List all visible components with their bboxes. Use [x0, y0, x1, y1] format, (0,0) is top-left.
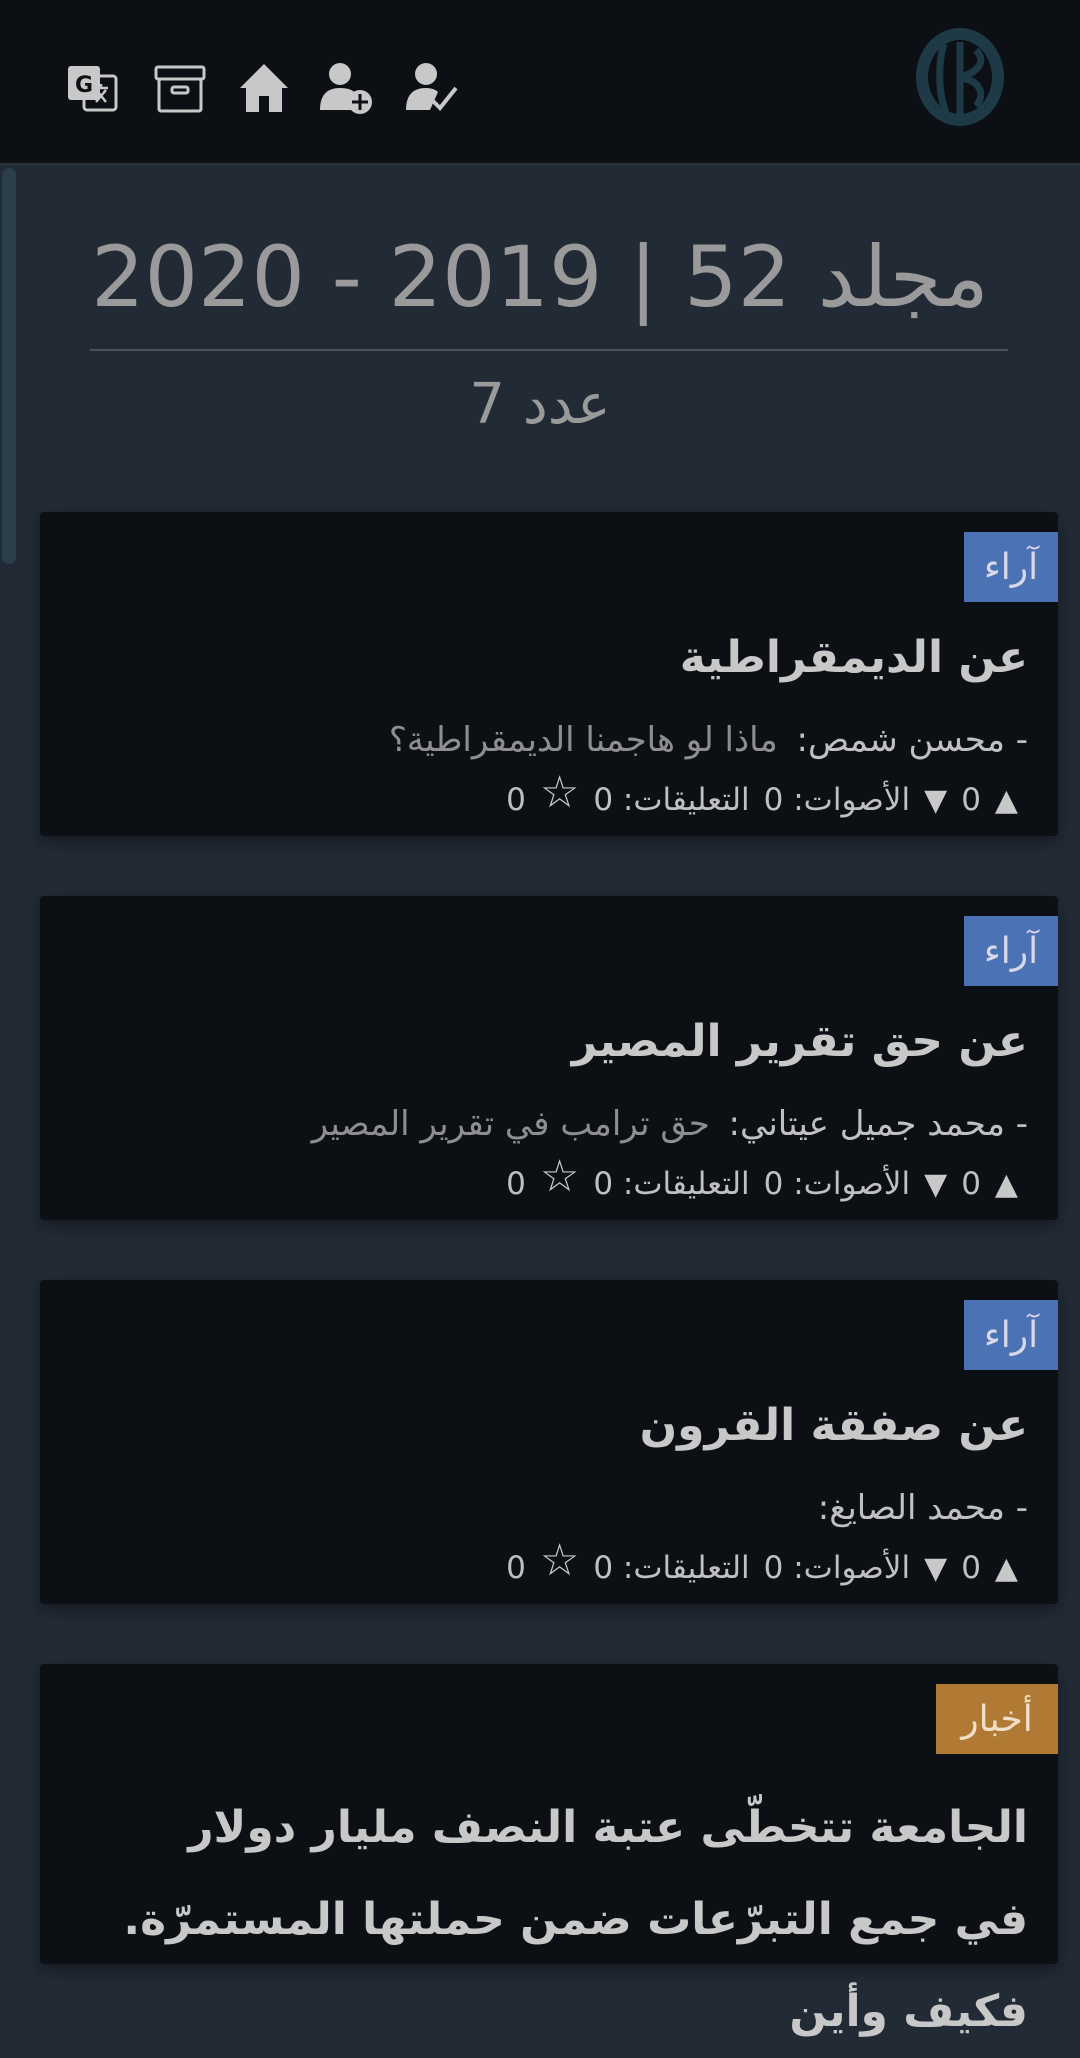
upvote-count: 0 — [961, 1166, 981, 1202]
downvote-icon[interactable]: ▼ — [924, 783, 947, 818]
favorites-count: 0 — [506, 1166, 526, 1202]
star-icon[interactable]: ☆ — [540, 1155, 579, 1199]
upvote-count: 0 — [961, 782, 981, 818]
article-author: - محسن شمص: ماذا لو هاجمنا الديمقراطية؟ — [389, 720, 1028, 760]
favorites-count: 0 — [506, 1550, 526, 1586]
article-meta: ▲ 0 ▼ الأصوات: 0 التعليقات: 0 ☆ 0 — [506, 1539, 1018, 1587]
author-name[interactable]: - محمد جميل عيتاني: — [729, 1104, 1028, 1144]
translate-icon[interactable]: G — [62, 58, 122, 118]
article-card[interactable]: آراء عن الديمقراطية - محسن شمص: ماذا لو … — [40, 512, 1058, 836]
comments-label[interactable]: التعليقات: 0 — [593, 1166, 749, 1202]
upvote-icon[interactable]: ▲ — [995, 783, 1018, 818]
add-user-icon[interactable] — [316, 58, 376, 118]
votes-label: الأصوات: 0 — [763, 1166, 911, 1202]
article-subtitle: حق ترامب في تقرير المصير — [311, 1104, 710, 1144]
issue-number: عدد 7 — [469, 372, 611, 437]
article-meta: ▲ 0 ▼ الأصوات: 0 التعليقات: 0 ☆ 0 — [506, 1155, 1018, 1203]
volume-title: مجلد 52 | 2019 - 2020 — [91, 228, 989, 326]
star-icon[interactable]: ☆ — [540, 1539, 579, 1583]
votes-label: الأصوات: 0 — [763, 782, 911, 818]
article-author: - محمد الصايغ: — [810, 1488, 1028, 1528]
favorites-count: 0 — [506, 782, 526, 818]
svg-text:G: G — [75, 73, 93, 98]
downvote-icon[interactable]: ▼ — [924, 1551, 947, 1586]
downvote-icon[interactable]: ▼ — [924, 1167, 947, 1202]
user-check-icon[interactable] — [402, 58, 462, 118]
article-card[interactable]: آراء عن صفقة القرون - محمد الصايغ: ▲ 0 ▼… — [40, 1280, 1058, 1604]
site-logo[interactable] — [910, 22, 1010, 132]
article-title[interactable]: عن حق تقرير المصير — [572, 1016, 1028, 1067]
category-badge[interactable]: آراء — [964, 916, 1058, 986]
divider — [90, 349, 1008, 351]
author-name[interactable]: - محسن شمص: — [796, 720, 1028, 760]
article-meta: ▲ 0 ▼ الأصوات: 0 التعليقات: 0 ☆ 0 — [506, 771, 1018, 819]
article-author: - محمد جميل عيتاني: حق ترامب في تقرير ال… — [312, 1104, 1028, 1144]
article-card[interactable]: أخبار الجامعة تتخطّى عتبة النصف مليار دو… — [40, 1664, 1058, 2037]
category-badge[interactable]: أخبار — [936, 1684, 1058, 1754]
category-badge[interactable]: آراء — [964, 532, 1058, 602]
star-icon[interactable]: ☆ — [540, 771, 579, 815]
votes-label: الأصوات: 0 — [763, 1550, 911, 1586]
upvote-icon[interactable]: ▲ — [995, 1551, 1018, 1586]
article-subtitle: ماذا لو هاجمنا الديمقراطية؟ — [388, 720, 778, 760]
author-name[interactable]: - محمد الصايغ: — [818, 1488, 1028, 1528]
top-navigation-bar: G — [0, 0, 1080, 165]
article-card[interactable]: آراء عن حق تقرير المصير - محمد جميل عيتا… — [40, 896, 1058, 1220]
comments-label[interactable]: التعليقات: 0 — [593, 1550, 749, 1586]
archive-icon[interactable] — [150, 58, 210, 118]
upvote-count: 0 — [961, 1550, 981, 1586]
article-title[interactable]: عن الديمقراطية — [680, 632, 1028, 683]
article-title[interactable]: عن صفقة القرون — [640, 1400, 1028, 1451]
upvote-icon[interactable]: ▲ — [995, 1167, 1018, 1202]
comments-label[interactable]: التعليقات: 0 — [593, 782, 749, 818]
home-icon[interactable] — [234, 58, 294, 118]
category-badge[interactable]: آراء — [964, 1300, 1058, 1370]
article-title[interactable]: الجامعة تتخطّى عتبة النصف مليار دولار في… — [108, 1782, 1028, 2058]
